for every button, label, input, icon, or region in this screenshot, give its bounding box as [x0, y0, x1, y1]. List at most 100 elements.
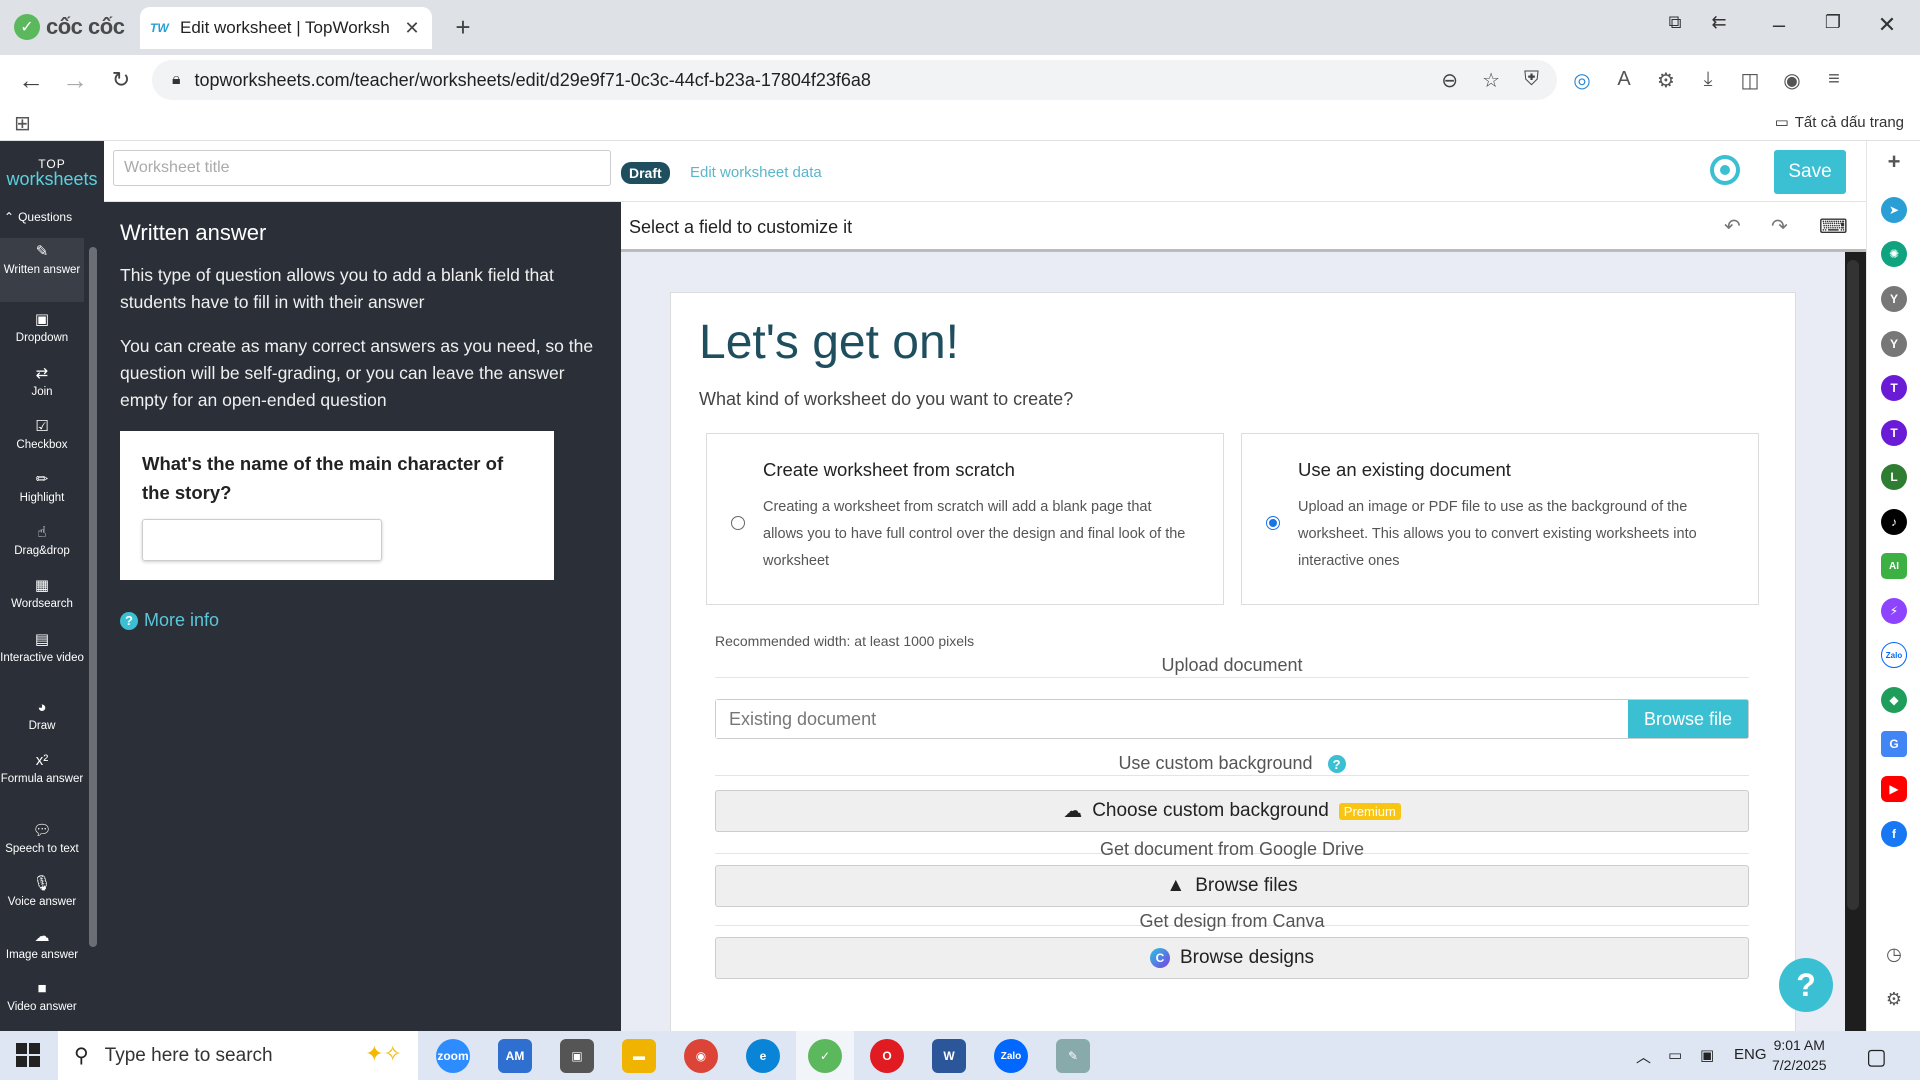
avatar-l-icon[interactable]: L: [1881, 464, 1907, 490]
avatar-y2-icon[interactable]: Y: [1881, 331, 1907, 357]
browse-file-button[interactable]: Browse file: [1628, 700, 1748, 738]
forward-arrow-icon[interactable]: →: [60, 65, 90, 96]
taskbar-search[interactable]: ⚲ Type here to search ✦✧: [58, 1031, 418, 1080]
game-icon[interactable]: ◆: [1881, 687, 1907, 713]
menu-dots-icon[interactable]: ≡: [1822, 68, 1846, 93]
puzzle-extensions-icon[interactable]: ⚙︎: [1654, 68, 1678, 93]
browser-tab-active[interactable]: TW Edit worksheet | TopWorksheets ✕: [140, 7, 432, 49]
url-text[interactable]: topworksheets.com/teacher/worksheets/edi…: [195, 70, 871, 91]
avatar-t2-icon[interactable]: T: [1881, 420, 1907, 446]
am-app-icon[interactable]: AM: [498, 1039, 532, 1073]
zoom-out-icon[interactable]: ⊖: [1441, 68, 1458, 93]
undo-icon[interactable]: ↶: [1724, 214, 1741, 239]
worksheet-title-input[interactable]: [113, 150, 611, 186]
tool-checkbox[interactable]: ☑ Checkbox: [0, 417, 84, 451]
tool-voice-answer[interactable]: 🎙︎ Voice answer: [0, 874, 84, 908]
taskbar-clock[interactable]: 9:01 AM 7/2/2025: [1772, 1035, 1827, 1075]
shield-icon[interactable]: ⛨: [1524, 68, 1539, 93]
help-circle-icon[interactable]: ?: [1327, 755, 1346, 774]
messenger-icon[interactable]: ⚡: [1881, 598, 1907, 624]
topworksheets-logo[interactable]: TOP worksheets: [0, 141, 104, 202]
extension-circle-icon[interactable]: ◎: [1570, 68, 1594, 93]
existing-document-input[interactable]: [716, 700, 1628, 738]
save-button[interactable]: Save: [1774, 150, 1846, 194]
tool-written-answer[interactable]: ✎ Written answer: [0, 238, 84, 302]
zalo-icon[interactable]: Zalo: [1881, 642, 1907, 668]
coccoc-app-icon[interactable]: ✓: [808, 1039, 842, 1073]
edit-worksheet-data-link[interactable]: Edit worksheet data: [690, 164, 822, 181]
zalo-app-icon[interactable]: Zalo: [994, 1039, 1028, 1073]
reload-icon[interactable]: ↻: [106, 67, 136, 93]
zoom-app-icon[interactable]: zoom: [436, 1039, 470, 1073]
tool-interactive-video[interactable]: ▤ Interactive video: [0, 630, 84, 664]
battery-icon[interactable]: ▭: [1668, 1046, 1682, 1064]
google-translate-icon[interactable]: G: [1881, 731, 1907, 757]
all-bookmarks[interactable]: ▭ Tất cả dấu trang: [1775, 113, 1904, 132]
restore-icon[interactable]: ❐: [1818, 12, 1848, 33]
more-info-link[interactable]: ? More info: [120, 610, 605, 631]
new-tab-icon[interactable]: +: [448, 12, 478, 43]
choose-custom-background-button[interactable]: ☁ Choose custom background Premium: [715, 790, 1749, 832]
apps-grid-icon[interactable]: ⊞: [14, 111, 31, 136]
browse-canva-designs-button[interactable]: C Browse designs: [715, 937, 1749, 979]
tab-close-icon[interactable]: ✕: [402, 18, 422, 39]
file-explorer-icon[interactable]: ▬: [622, 1039, 656, 1073]
tool-draw[interactable]: ◕ Draw: [0, 699, 84, 732]
tool-speech-to-text[interactable]: 💬︎ Speech to text: [0, 821, 84, 855]
edit-icon: ✎: [35, 243, 49, 260]
omnibox[interactable]: 🔒︎ topworksheets.com/teacher/worksheets/…: [152, 60, 1557, 100]
edge-icon[interactable]: e: [746, 1039, 780, 1073]
tool-wordsearch[interactable]: ▦ Wordsearch: [0, 576, 84, 610]
questions-section-toggle[interactable]: ⌃ Questions: [4, 210, 72, 224]
windows-start-icon[interactable]: [16, 1043, 40, 1067]
settings-gear-icon[interactable]: ⚙: [1881, 986, 1907, 1012]
notification-icon[interactable]: ▢: [1866, 1044, 1887, 1070]
radio-create-from-scratch[interactable]: [731, 516, 745, 530]
tool-video-answer[interactable]: ■ Video answer: [0, 980, 84, 1013]
minimize-icon[interactable]: –: [1764, 12, 1794, 38]
avatar-t-icon[interactable]: T: [1881, 375, 1907, 401]
chatgpt-icon[interactable]: ✺: [1881, 241, 1907, 267]
history-icon[interactable]: ◷: [1881, 941, 1907, 967]
close-window-icon[interactable]: ✕: [1872, 12, 1902, 38]
tool-formula-answer[interactable]: x² Formula answer: [0, 752, 84, 785]
toolbar-scrollbar[interactable]: [89, 247, 97, 947]
option-create-from-scratch[interactable]: Create worksheet from scratch Creating a…: [706, 433, 1224, 605]
youtube-icon[interactable]: ▶: [1881, 776, 1907, 802]
avatar-y-icon[interactable]: Y: [1881, 286, 1907, 312]
chrome-icon[interactable]: ◉: [684, 1039, 718, 1073]
bookmark-star-icon[interactable]: ☆: [1482, 68, 1500, 93]
ai-icon[interactable]: AI: [1881, 553, 1907, 579]
browse-google-drive-button[interactable]: ▲ Browse files: [715, 865, 1749, 907]
opera-icon[interactable]: O: [870, 1039, 904, 1073]
redo-icon[interactable]: ↷: [1771, 214, 1788, 239]
option-use-existing-document[interactable]: Use an existing document Upload an image…: [1241, 433, 1759, 605]
telegram-icon[interactable]: ➤: [1881, 197, 1907, 223]
help-fab-button[interactable]: ?: [1779, 958, 1833, 1012]
add-icon[interactable]: +: [1881, 149, 1907, 175]
network-icon[interactable]: ▣: [1700, 1046, 1714, 1064]
media-app-icon[interactable]: ▣: [560, 1039, 594, 1073]
tool-dropdown[interactable]: ▣ Dropdown: [0, 310, 84, 344]
profile-icon[interactable]: ◉: [1780, 68, 1804, 93]
download-icon[interactable]: ⤓: [1696, 68, 1720, 93]
back-history-icon[interactable]: ⇇: [1704, 12, 1734, 33]
screen-capture-icon[interactable]: ⧉: [1660, 12, 1690, 33]
tray-chevron-icon[interactable]: ︿: [1636, 1046, 1651, 1067]
radio-use-existing-document[interactable]: [1266, 516, 1280, 530]
language-indicator[interactable]: ENG: [1734, 1046, 1767, 1063]
preview-eye-icon[interactable]: [1710, 155, 1740, 185]
keyboard-icon[interactable]: ⌨: [1819, 214, 1848, 239]
back-arrow-icon[interactable]: ←: [16, 65, 46, 96]
tool-image-answer[interactable]: ☁ Image answer: [0, 927, 84, 961]
tool-drag-drop[interactable]: ☝ Drag&drop: [0, 523, 84, 557]
paint-app-icon[interactable]: ✎: [1056, 1039, 1090, 1073]
translate-a-icon[interactable]: A: [1612, 68, 1636, 93]
word-icon[interactable]: W: [932, 1039, 966, 1073]
canvas-scrollbar[interactable]: [1847, 260, 1859, 910]
tool-highlight[interactable]: ✏ Highlight: [0, 470, 84, 504]
tool-join[interactable]: ⇄ Join: [0, 364, 84, 398]
facebook-icon[interactable]: f: [1881, 821, 1907, 847]
split-view-icon[interactable]: ◫: [1738, 68, 1762, 93]
tiktok-icon[interactable]: ♪: [1881, 509, 1907, 535]
